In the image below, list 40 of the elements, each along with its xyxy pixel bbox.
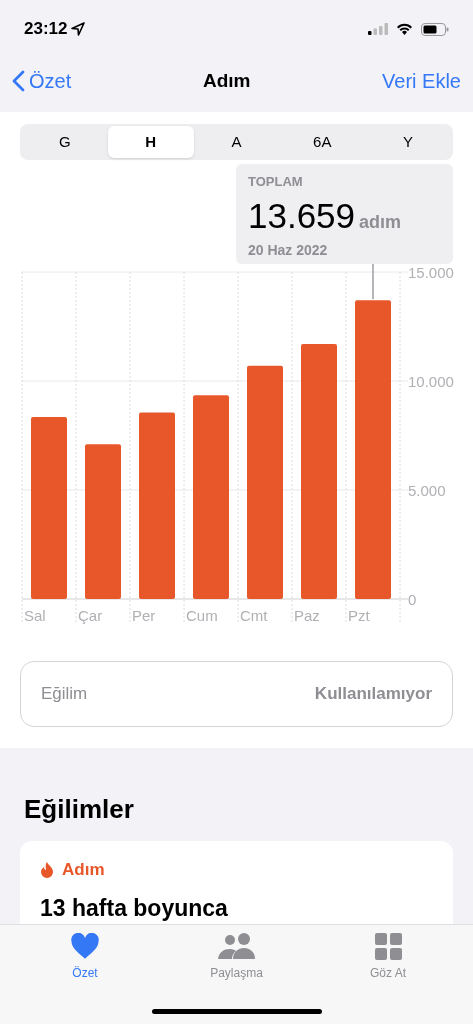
- section-heading: Eğilimler: [24, 794, 134, 824]
- grid-icon: [374, 933, 402, 960]
- axis-label: 5.000: [408, 482, 446, 499]
- summary-date: 20 Haz 2022: [248, 240, 329, 260]
- add-data-button[interactable]: Veri Ekle: [382, 66, 461, 96]
- flame-icon: [40, 860, 54, 879]
- trend-label: Eğilim: [41, 683, 88, 706]
- page-title: Adım: [202, 68, 251, 93]
- axis-label: Pzt: [348, 607, 370, 624]
- segment-tab[interactable]: H: [107, 126, 194, 158]
- axis-label: Çar: [78, 607, 103, 624]
- summary-label: TOPLAM: [248, 173, 304, 191]
- segment-tab[interactable]: Y: [365, 126, 451, 158]
- summary-unit: adım: [359, 210, 402, 234]
- card-title: Adım: [62, 859, 105, 881]
- axis-label: 15.000: [408, 264, 454, 281]
- segment-tab[interactable]: 6A: [279, 126, 366, 158]
- back-button[interactable]: Özet: [12, 66, 72, 96]
- battery-icon: [421, 22, 449, 36]
- leader-line: [372, 264, 374, 301]
- signal-icon: [368, 23, 388, 35]
- axis-label: Sal: [24, 607, 46, 624]
- wifi-icon: [396, 23, 413, 35]
- axis-label: Paz: [294, 607, 320, 624]
- axis-label: 10.000: [408, 373, 454, 390]
- card-headline: 13 hafta boyunca: [40, 893, 229, 923]
- summary-value: 13.659: [248, 195, 356, 236]
- axis-label: Cum: [186, 607, 218, 624]
- tab-bar-item[interactable]: Özet: [40, 933, 130, 982]
- status-time: 23:12: [24, 18, 68, 41]
- segment-tab[interactable]: A: [193, 126, 280, 158]
- people-icon: [216, 933, 257, 960]
- axis-label: Cmt: [240, 607, 268, 624]
- axis-label: Per: [132, 607, 156, 624]
- back-icon: [12, 70, 25, 92]
- segment-tab[interactable]: G: [22, 126, 108, 158]
- location-icon: [71, 22, 86, 36]
- axis-label: 0: [408, 591, 417, 608]
- heart-icon: [70, 933, 100, 960]
- trend-value: Kullanılamıyor: [314, 683, 432, 706]
